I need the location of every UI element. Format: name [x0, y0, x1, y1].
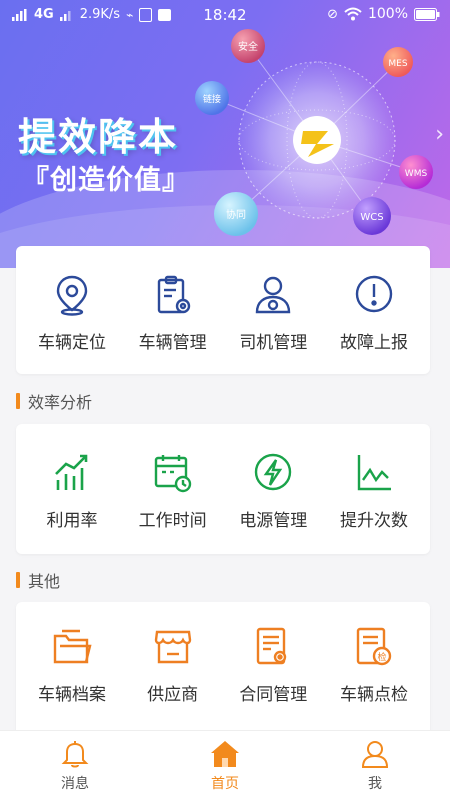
- contract-icon: [257, 627, 287, 665]
- bubble-label: WMS: [405, 169, 428, 179]
- quick-action-label: 司机管理: [239, 333, 308, 353]
- driver-icon: [256, 276, 291, 314]
- efficiency-label: 利用率: [46, 511, 98, 531]
- other-label: 车辆点检: [339, 685, 408, 705]
- other-label: 供应商: [147, 685, 199, 705]
- section-title-text: 效率分析: [28, 393, 93, 412]
- svg-text:检: 检: [377, 651, 386, 663]
- tab-messages[interactable]: 消息: [0, 731, 150, 801]
- home-icon: [211, 741, 239, 767]
- quick-action-label: 故障上报: [339, 333, 408, 353]
- wifi-icon: [344, 7, 362, 21]
- section-accent-bar: [16, 572, 20, 588]
- battery-icon: [414, 7, 440, 21]
- bubble-label: WCS: [360, 212, 383, 223]
- alert-circle-icon: [355, 275, 393, 313]
- quick-action-vehicle-management[interactable]: 车辆管理: [123, 274, 223, 353]
- user-icon: [361, 741, 389, 768]
- bell-icon: [61, 741, 89, 768]
- status-bar: 4G 2.9K/s ⌁ 18:42 ⊘ 100%: [0, 0, 450, 32]
- efficiency-label: 工作时间: [138, 511, 207, 531]
- quick-action-driver-management[interactable]: 司机管理: [223, 274, 323, 353]
- efficiency-lift-count[interactable]: 提升次数: [324, 452, 424, 531]
- bottom-tab-bar: 消息 首页 我: [0, 730, 450, 801]
- battery-percent: 100%: [367, 6, 408, 22]
- efficiency-work-time[interactable]: 工作时间: [123, 452, 223, 531]
- quick-action-vehicle-location[interactable]: 车辆定位: [22, 274, 122, 353]
- section-title-other: 其他: [16, 568, 60, 592]
- banner-next-arrow-icon[interactable]: ›: [435, 122, 444, 147]
- tab-profile[interactable]: 我: [300, 731, 450, 801]
- efficiency-label: 提升次数: [339, 511, 408, 531]
- efficiency-power-management[interactable]: 电源管理: [223, 452, 323, 531]
- banner-slogan: 提效降本: [18, 115, 179, 159]
- bubble-label: 链接: [203, 93, 221, 105]
- line-graph-icon: [357, 455, 391, 491]
- other-vehicle-archive[interactable]: 车辆档案: [22, 626, 122, 705]
- quick-actions-card: 车辆定位 车辆管理 司机管理 故障上报: [16, 246, 430, 374]
- other-vehicle-inspection[interactable]: 检 车辆点检: [324, 626, 424, 705]
- bubble-label: 协同: [226, 208, 246, 221]
- tab-label: 我: [368, 776, 382, 792]
- mute-icon: ⊘: [327, 6, 338, 22]
- section-title-efficiency: 效率分析: [16, 389, 92, 413]
- banner[interactable]: 安全 MES 链接 WMS 协同 WCS 提效降本 『创造价值』 ›: [0, 0, 450, 268]
- other-supplier[interactable]: 供应商: [123, 626, 223, 705]
- bubble-label: MES: [388, 59, 407, 69]
- folder-icon: [53, 629, 92, 664]
- other-card: 车辆档案 供应商 合同管理 检 车辆点检: [16, 602, 430, 742]
- tab-label: 消息: [61, 776, 89, 792]
- other-label: 车辆档案: [38, 685, 106, 705]
- tab-label: 首页: [211, 776, 239, 792]
- efficiency-label: 电源管理: [239, 511, 308, 531]
- network-sphere-graphic: 安全 MES 链接 WMS 协同 WCS: [195, 29, 433, 236]
- store-icon: [154, 630, 191, 664]
- power-bolt-icon: [255, 453, 292, 491]
- quick-action-label: 车辆管理: [138, 333, 207, 353]
- bar-chart-icon: [55, 454, 88, 490]
- banner-subslogan: 『创造价值』: [22, 165, 190, 196]
- tab-home[interactable]: 首页: [150, 731, 300, 801]
- efficiency-card: 利用率 工作时间 电源管理 提升次数: [16, 424, 430, 554]
- section-accent-bar: [16, 393, 20, 409]
- clipboard-gear-icon: [157, 275, 190, 314]
- section-title-text: 其他: [28, 572, 61, 591]
- quick-action-fault-report[interactable]: 故障上报: [324, 274, 424, 353]
- quick-action-label: 车辆定位: [38, 333, 106, 353]
- location-pin-icon: [56, 275, 88, 316]
- efficiency-utilization[interactable]: 利用率: [22, 452, 122, 531]
- inspection-icon: 检: [356, 627, 392, 666]
- bubble-label: 安全: [238, 40, 258, 53]
- other-contract-management[interactable]: 合同管理: [223, 626, 323, 705]
- other-label: 合同管理: [239, 685, 308, 705]
- calendar-clock-icon: [154, 455, 191, 493]
